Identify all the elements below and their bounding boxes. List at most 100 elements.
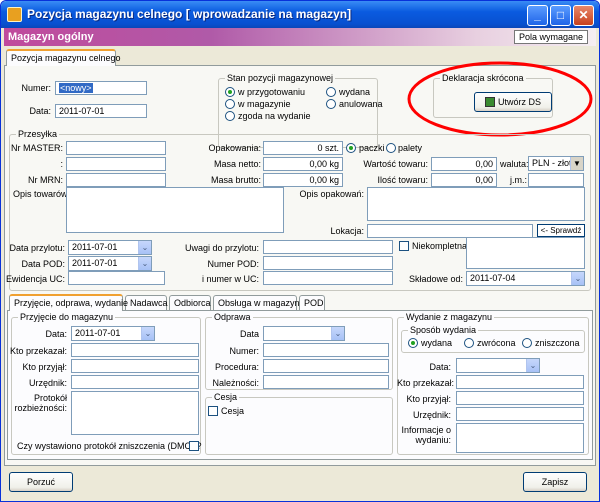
- procedura-input[interactable]: [263, 359, 389, 373]
- data-pod-label: Data POD:: [21, 259, 65, 269]
- waluta-select[interactable]: PLN - złoty ▼: [528, 156, 584, 171]
- i-numer-input[interactable]: [263, 271, 393, 285]
- required-fields-button[interactable]: Pola wymagane: [513, 30, 588, 44]
- opakowania-input[interactable]: 0 szt.: [263, 141, 343, 155]
- wydanie-kto-przyjal-input[interactable]: [456, 391, 584, 405]
- cesja-checkbox[interactable]: [208, 406, 218, 416]
- option-anulowana: anulowana: [339, 99, 383, 109]
- nr-master-input[interactable]: [66, 141, 166, 155]
- stan-title: Stan pozycji magazynowej: [225, 73, 336, 83]
- data-przylotu-label: Data przylotu:: [9, 243, 65, 253]
- dropdown-arrow-icon[interactable]: ▼: [570, 157, 583, 170]
- masa-brutto-input[interactable]: 0,00 kg: [263, 173, 343, 187]
- radio-zwrocona[interactable]: [464, 338, 474, 348]
- option-zgoda: zgoda na wydanie: [238, 111, 311, 121]
- window-title: Pozycja magazynu celnego [ wprowadzanie …: [27, 7, 352, 21]
- niekompletna-checkbox[interactable]: [399, 241, 409, 251]
- zapisz-button[interactable]: Zapisz: [523, 472, 587, 492]
- radio-palety[interactable]: [386, 143, 396, 153]
- protokol-label: Protokół rozbieżności:: [14, 393, 67, 413]
- skladowe-label: Składowe od:: [408, 274, 463, 284]
- radio-zniszczona[interactable]: [522, 338, 532, 348]
- nr-mrn-input[interactable]: [66, 173, 166, 187]
- chevron-down-icon[interactable]: ⌄: [138, 257, 151, 270]
- naleznosci-input[interactable]: [263, 375, 389, 389]
- radio-zgoda[interactable]: [225, 111, 235, 121]
- informacje-input[interactable]: [456, 423, 584, 453]
- data-label: Data:: [29, 106, 51, 116]
- minimize-button[interactable]: _: [527, 5, 548, 26]
- kto-przekazal-input[interactable]: [71, 343, 199, 357]
- radio-w-przygotowaniu[interactable]: [225, 87, 235, 97]
- dmc-checkbox[interactable]: [189, 441, 199, 451]
- numer-pod-input[interactable]: [263, 256, 393, 270]
- opis-opakowan-input[interactable]: [367, 187, 585, 221]
- opakowania-label: Opakowania:: [208, 143, 261, 153]
- zniszczona-label: zniszczona: [535, 338, 580, 348]
- kto-przekazal-label: Kto przekazał:: [9, 346, 67, 356]
- przesylka-title: Przesyłka: [16, 129, 60, 139]
- opis-towarow-label: Opis towarów:: [13, 189, 71, 199]
- lokacja-input[interactable]: [367, 224, 533, 238]
- odprawa-data-label: Data: [239, 329, 259, 339]
- section-title: Magazyn ogólny: [8, 31, 94, 43]
- tab-pozycja[interactable]: Pozycja magazynu celnego: [6, 49, 121, 66]
- protokol-input[interactable]: [71, 391, 199, 435]
- app-icon: [7, 7, 22, 22]
- jm-input[interactable]: [528, 173, 584, 187]
- radio-w-magazynie[interactable]: [225, 99, 235, 109]
- urzednik-input[interactable]: [71, 375, 199, 389]
- masa-netto-input[interactable]: 0,00 kg: [263, 157, 343, 171]
- colon-label: :: [60, 159, 63, 169]
- odprawa-numer-input[interactable]: [263, 343, 389, 357]
- data-przylotu-select[interactable]: 2011-07-01 ⌄: [68, 240, 152, 255]
- opis-opakowan-label: Opis opakowań:: [299, 189, 364, 199]
- uwagi-input[interactable]: [263, 240, 393, 254]
- opis-towarow-input[interactable]: [66, 187, 284, 233]
- radio-wydana[interactable]: [326, 87, 336, 97]
- chevron-down-icon[interactable]: ⌄: [141, 327, 154, 340]
- kto-przyjal-input[interactable]: [71, 359, 199, 373]
- ilosc-input[interactable]: 0,00: [431, 173, 497, 187]
- wydanie-urzednik-input[interactable]: [456, 407, 584, 421]
- przyjecie-data-label: Data:: [45, 329, 67, 339]
- radio-anulowana[interactable]: [326, 99, 336, 109]
- option-w-przygotowaniu: w przygotowaniu: [238, 87, 306, 97]
- skladowe-select[interactable]: 2011-07-04 ⌄: [466, 271, 585, 286]
- naleznosci-label: Należności:: [212, 378, 259, 388]
- cesja-label: Cesja: [221, 406, 245, 416]
- wydanie-data-select[interactable]: ⌄: [456, 358, 540, 373]
- chevron-down-icon[interactable]: ⌄: [526, 359, 539, 372]
- maximize-button[interactable]: □: [550, 5, 571, 26]
- waluta-label: waluta:: [500, 159, 529, 169]
- data-pod-select[interactable]: 2011-07-01 ⌄: [68, 256, 152, 271]
- wydanie-kto-przekazal-input[interactable]: [456, 375, 584, 389]
- urzednik-label: Urzędnik:: [28, 378, 67, 388]
- kto-przyjal-label: Kto przyjął:: [22, 362, 67, 372]
- palety-label: palety: [398, 143, 423, 153]
- close-button[interactable]: ✕: [573, 5, 594, 26]
- niekompletna-input[interactable]: [466, 237, 585, 269]
- radio-paczki[interactable]: [346, 143, 356, 153]
- sprawdz-button[interactable]: <- Sprawdź: [537, 224, 585, 237]
- ewidencja-input[interactable]: [68, 271, 165, 285]
- tab-przyjecie[interactable]: Przyjęcie, odprawa, wydanie: [9, 294, 128, 311]
- dmc-label: Czy wystawiono protokół zniszczenia (DMC…: [17, 441, 202, 451]
- data-pod-value: 2011-07-01: [72, 258, 118, 268]
- przyjecie-data-select[interactable]: 2011-07-01 ⌄: [71, 326, 155, 341]
- wydanie-kto-przekazal-label: Kto przekazał:: [397, 378, 455, 388]
- chevron-down-icon[interactable]: ⌄: [331, 327, 344, 340]
- radio-wydana-out[interactable]: [408, 338, 418, 348]
- chevron-down-icon[interactable]: ⌄: [571, 272, 584, 285]
- numer-input[interactable]: <nowy>: [55, 81, 147, 95]
- przyjecie-data-value: 2011-07-01: [75, 328, 121, 338]
- chevron-down-icon[interactable]: ⌄: [138, 241, 151, 254]
- sposob-title: Sposób wydania: [408, 325, 479, 335]
- title-bar[interactable]: Pozycja magazynu celnego [ wprowadzanie …: [1, 1, 599, 28]
- odprawa-data-select[interactable]: ⌄: [263, 326, 345, 341]
- wartosc-input[interactable]: 0,00: [431, 157, 497, 171]
- master-extra-input[interactable]: [66, 157, 166, 171]
- porzuc-button[interactable]: Porzuć: [9, 472, 73, 492]
- numer-pod-label: Numer POD:: [207, 259, 259, 269]
- data-input[interactable]: 2011-07-01: [55, 104, 147, 118]
